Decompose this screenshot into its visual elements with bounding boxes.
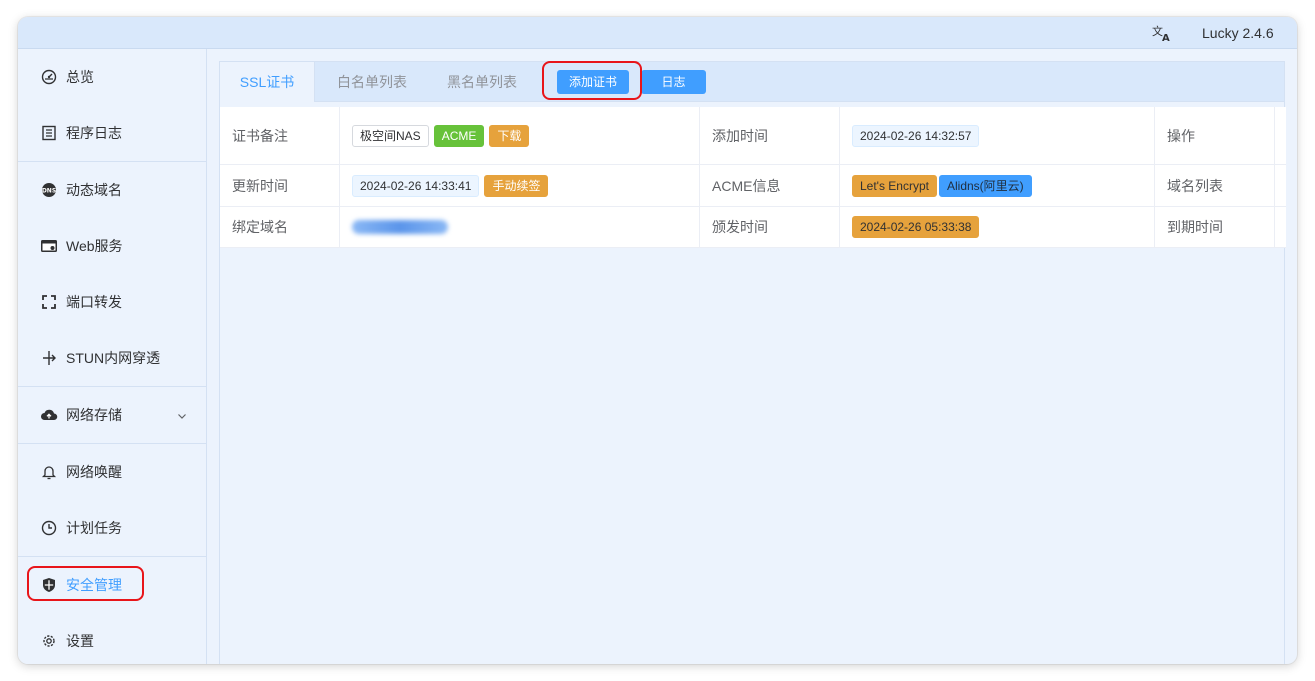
sidebar-item-web-service[interactable]: Web服务 [18, 218, 207, 274]
sidebar-item-label: 总览 [66, 69, 94, 85]
sidebar-item-label: 网络存储 [66, 407, 122, 423]
sidebar-item-label: 端口转发 [66, 294, 122, 310]
issue-time-label: 颁发时间 [700, 207, 840, 247]
chevron-down-icon [177, 408, 187, 424]
tab-bar: SSL证书 白名单列表 黑名单列表 添加证书 日志 [220, 61, 1284, 102]
sidebar: 总览 程序日志 DNS 动态域名 Web服务 端口转发 STUN内网穿透 网络存… [18, 49, 207, 664]
sidebar-item-label: 计划任务 [66, 520, 122, 536]
tab-whitelist[interactable]: 白名单列表 [328, 62, 416, 102]
cloud-upload-icon [40, 406, 58, 424]
domain-list-label: 域名列表 [1155, 165, 1275, 206]
sidebar-item-label: 程序日志 [66, 125, 122, 141]
svg-text:A: A [1162, 33, 1170, 42]
tab-blacklist[interactable]: 黑名单列表 [438, 62, 526, 102]
log-button[interactable]: 日志 [641, 70, 706, 94]
bind-domain-cell [340, 207, 700, 247]
stun-icon [40, 349, 58, 367]
sidebar-item-overview[interactable]: 总览 [18, 49, 207, 105]
sidebar-item-label: Web服务 [66, 238, 123, 254]
sidebar-item-label: 网络唤醒 [66, 464, 122, 480]
remark-label: 证书备注 [220, 107, 340, 164]
sidebar-item-network-storage[interactable]: 网络存储 [18, 387, 207, 443]
table-row: 更新时间 2024-02-26 14:33:41 手动续签 ACME信息 Let… [220, 165, 1286, 207]
redacted-domain [352, 220, 448, 234]
update-time-value: 2024-02-26 14:33:41 [352, 174, 480, 197]
web-service-icon [40, 237, 58, 255]
tab-ssl-certificates[interactable]: SSL证书 [220, 62, 315, 102]
svg-text:DNS: DNS [42, 188, 56, 195]
highlight-box-security [27, 566, 144, 601]
port-forward-icon [40, 293, 58, 311]
add-time-label: 添加时间 [700, 107, 840, 164]
issue-time-cell: 2024-02-26 05:33:38 [840, 207, 1155, 247]
remark-cell: 极空间NAS ACME 下载 [340, 107, 700, 164]
sidebar-item-wake-on-lan[interactable]: 网络唤醒 [18, 444, 207, 500]
acme-dns-tag: Alidns(阿里云) [939, 174, 1032, 197]
sidebar-item-ddns[interactable]: DNS 动态域名 [18, 162, 207, 218]
clock-icon [40, 519, 58, 537]
issue-time-value: 2024-02-26 05:33:38 [852, 216, 980, 238]
acme-info-cell: Let's Encrypt Alidns(阿里云) [840, 165, 1155, 206]
gear-icon [40, 632, 58, 650]
update-time-label: 更新时间 [220, 165, 340, 206]
sidebar-item-stun[interactable]: STUN内网穿透 [18, 330, 207, 386]
add-time-cell: 2024-02-26 14:32:57 [840, 107, 1155, 164]
update-time-cell: 2024-02-26 14:33:41 手动续签 [340, 165, 700, 206]
sidebar-item-logs[interactable]: 程序日志 [18, 105, 207, 161]
acme-tag: ACME [433, 124, 485, 147]
log-icon [40, 124, 58, 142]
main-content: SSL证书 白名单列表 黑名单列表 添加证书 日志 证书备注 极空间NAS AC… [219, 61, 1286, 664]
table-row: 绑定域名 颁发时间 2024-02-26 05:33:38 到期时间 [220, 207, 1286, 248]
manual-renew-button[interactable]: 手动续签 [484, 174, 549, 197]
sidebar-item-settings[interactable]: 设置 [18, 613, 207, 664]
bind-domain-label: 绑定域名 [220, 207, 340, 247]
bell-icon [40, 463, 58, 481]
translate-icon[interactable]: 文 A [1150, 22, 1174, 44]
add-time-value: 2024-02-26 14:32:57 [852, 124, 980, 147]
acme-info-label: ACME信息 [700, 165, 840, 206]
remark-tag: 极空间NAS [352, 124, 429, 147]
sidebar-item-label: 动态域名 [66, 182, 122, 198]
sidebar-item-port-forward[interactable]: 端口转发 [18, 274, 207, 330]
sidebar-item-scheduled-tasks[interactable]: 计划任务 [18, 500, 207, 556]
download-button[interactable]: 下载 [489, 124, 530, 147]
top-bar: 文 A Lucky 2.4.6 [18, 17, 1297, 49]
sidebar-item-label: 设置 [66, 633, 94, 649]
expire-time-label: 到期时间 [1155, 207, 1275, 247]
app-version: Lucky 2.4.6 [1202, 25, 1274, 41]
table-row: 证书备注 极空间NAS ACME 下载 添加时间 2024-02-26 14:3… [220, 107, 1286, 165]
highlight-box-add-certificate [542, 61, 642, 100]
app-window: 文 A Lucky 2.4.6 总览 程序日志 DNS 动态域名 Web服务 端… [18, 17, 1297, 664]
sidebar-item-label: STUN内网穿透 [66, 350, 161, 366]
dashboard-icon [40, 68, 58, 86]
ddns-icon: DNS [40, 181, 58, 199]
operation-label: 操作 [1155, 107, 1275, 164]
acme-ca-tag: Let's Encrypt [852, 174, 937, 197]
